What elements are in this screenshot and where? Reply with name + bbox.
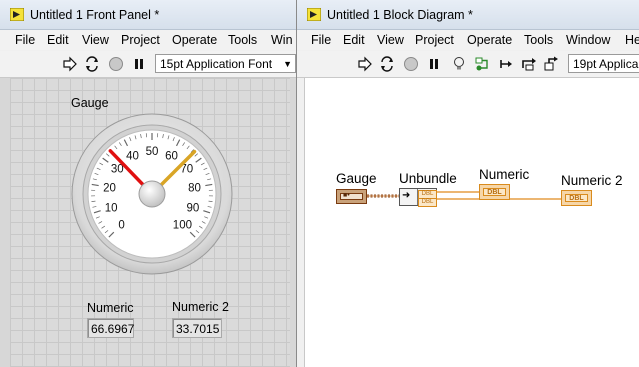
numeric-indicator[interactable]: 66.6967 <box>87 318 134 338</box>
menu-view[interactable]: View <box>82 33 109 47</box>
numeric-terminal-dbl: DBL <box>483 188 506 196</box>
numeric2-terminal-dbl: DBL <box>565 194 588 202</box>
menu-edit[interactable]: Edit <box>47 33 69 47</box>
chevron-down-icon: ▼ <box>283 59 292 69</box>
menu-operate[interactable]: Operate <box>172 33 217 47</box>
abort-icon[interactable] <box>108 56 124 72</box>
block-diagram-window: Untitled 1 Block Diagram * File Edit Vie… <box>296 0 639 367</box>
retain-wire-values-icon[interactable] <box>475 56 491 72</box>
run-continuously-icon[interactable] <box>84 56 100 72</box>
gauge-terminal-label: Gauge <box>336 171 377 186</box>
unbundle-output-2[interactable]: DBL <box>418 198 437 207</box>
front-panel-canvas[interactable]: Gauge 0 10 20 30 40 50 60 70 80 90 100 Nu <box>0 78 296 367</box>
font-selector[interactable]: 19pt Applica <box>568 54 639 73</box>
wire-layer <box>367 191 562 200</box>
gauge-tick-label: 30 <box>111 164 124 176</box>
numeric2-indicator[interactable]: 33.7015 <box>172 318 222 338</box>
unbundle-node[interactable]: ➜ DBL DBL <box>399 188 437 207</box>
front-panel-title: Untitled 1 Front Panel * <box>30 8 160 22</box>
menu-edit[interactable]: Edit <box>343 33 365 47</box>
font-selector-value: 15pt Application Font <box>160 57 273 71</box>
gauge-tick-label: 60 <box>165 151 178 163</box>
block-diagram-titlebar[interactable]: Untitled 1 Block Diagram * <box>297 0 639 30</box>
highlight-execution-bulb-icon[interactable] <box>451 56 467 72</box>
front-panel-toolbar: 15pt Application Font ▼ <box>0 51 296 78</box>
labview-icon <box>307 8 321 21</box>
block-diagram-menubar: File Edit View Project Operate Tools Win… <box>297 30 639 50</box>
gauge-tick-label: 100 <box>173 219 192 231</box>
menu-project[interactable]: Project <box>415 33 454 47</box>
pause-icon[interactable] <box>426 56 442 72</box>
labview-icon <box>10 8 24 21</box>
gauge-label: Gauge <box>71 96 109 110</box>
menu-file[interactable]: File <box>15 33 35 47</box>
unbundle-label: Unbundle <box>399 171 457 186</box>
numeric-terminal-label: Numeric <box>479 167 530 182</box>
front-panel-titlebar[interactable]: Untitled 1 Front Panel * <box>0 0 296 30</box>
menu-view[interactable]: View <box>377 33 404 47</box>
font-selector-value: 19pt Applica <box>573 57 639 71</box>
menu-tools[interactable]: Tools <box>228 33 257 47</box>
right-arrow-icon: ➜ <box>402 190 411 201</box>
numeric2-label: Numeric 2 <box>172 300 229 314</box>
gauge-control[interactable]: 010203040 50 60708090100 <box>71 113 233 275</box>
numeric2-terminal-label: Numeric 2 <box>561 173 623 188</box>
gauge-tick-label: 90 <box>186 202 199 214</box>
menu-operate[interactable]: Operate <box>467 33 512 47</box>
numeric2-terminal[interactable]: DBL <box>561 190 592 206</box>
abort-icon[interactable] <box>403 56 419 72</box>
menu-file[interactable]: File <box>311 33 331 47</box>
block-diagram-toolbar: 19pt Applica <box>297 51 639 78</box>
cluster-glyph-icon: ■• <box>343 192 350 199</box>
menu-help[interactable]: He <box>625 33 639 47</box>
menu-window[interactable]: Window <box>566 33 610 47</box>
run-continuously-icon[interactable] <box>379 56 395 72</box>
run-arrow-icon[interactable] <box>357 56 373 72</box>
menu-window[interactable]: Win <box>271 33 293 47</box>
gauge-minor-tick <box>208 200 213 202</box>
step-into-icon[interactable] <box>499 56 515 72</box>
front-panel-menubar: File Edit View Project Operate Tools Win <box>0 30 296 50</box>
block-diagram-title: Untitled 1 Block Diagram * <box>327 8 473 22</box>
pause-icon[interactable] <box>131 56 147 72</box>
gauge-minor-tick <box>91 200 96 202</box>
gauge-tick-label: 10 <box>105 202 118 214</box>
gauge-tick-label: 40 <box>126 151 139 163</box>
gauge-tick-label: 0 <box>118 219 124 231</box>
numeric-terminal[interactable]: DBL <box>479 184 510 200</box>
menu-project[interactable]: Project <box>121 33 160 47</box>
step-out-icon[interactable] <box>543 56 559 72</box>
font-selector[interactable]: 15pt Application Font ▼ <box>155 54 296 73</box>
run-arrow-icon[interactable] <box>62 56 78 72</box>
gauge-tick-label: 50 <box>146 146 159 158</box>
numeric2-value: 33.7015 <box>176 322 220 336</box>
step-over-icon[interactable] <box>521 56 537 72</box>
menu-tools[interactable]: Tools <box>524 33 553 47</box>
numeric-label: Numeric <box>87 301 134 315</box>
numeric-value: 66.6967 <box>91 322 135 336</box>
gauge-terminal[interactable]: ■• <box>336 189 367 204</box>
front-panel-window: Untitled 1 Front Panel * File Edit View … <box>0 0 296 367</box>
gauge-tick-label: 20 <box>103 182 116 194</box>
block-diagram-canvas[interactable]: Gauge ■• Unbundle ➜ DBL DBL Numeric DBL … <box>304 78 639 367</box>
gauge-tick-label: 80 <box>188 182 201 194</box>
gauge-hub <box>138 180 166 208</box>
